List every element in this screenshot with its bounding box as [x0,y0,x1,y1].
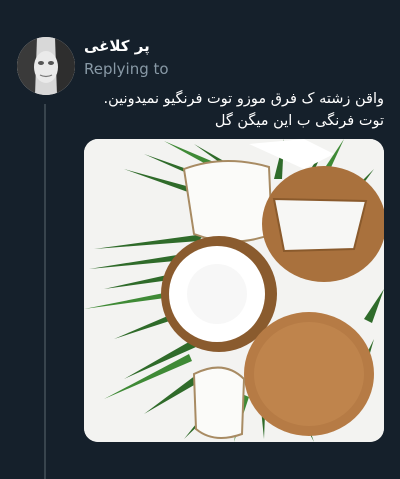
avatar[interactable] [17,37,75,95]
tweet-text-line-1: واقن زشته ک فرق موزو توت فرنگیو نمیدونین… [103,91,384,107]
thread-line [44,104,46,479]
tweet-text-line-2: توت فرنگی ب این میگن گل [214,113,384,129]
coconut-photo [84,139,384,442]
replying-to: Replying to [84,60,169,78]
tweet-media-image[interactable] [84,139,384,442]
tweet-text: واقن زشته ک فرق موزو توت فرنگیو نمیدونین… [84,88,384,132]
author-name[interactable]: پر کلاغی [84,37,204,55]
